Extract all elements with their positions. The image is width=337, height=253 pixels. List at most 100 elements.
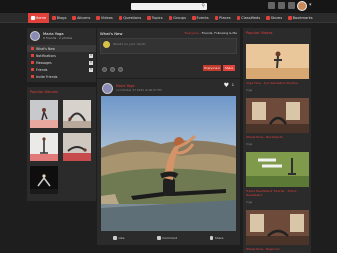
filter-selected[interactable]: Everyone — [185, 31, 199, 35]
comment-button[interactable]: Comment — [157, 236, 177, 240]
group-icon — [168, 16, 173, 20]
popular-videos-panel: Popular Videos Yoga Flow - Sun Salutatio… — [243, 28, 311, 253]
menu-label: Messages — [36, 60, 52, 65]
search-input[interactable]: ⚲ — [131, 3, 207, 10]
share-button[interactable]: Share — [223, 65, 235, 71]
home-icon — [31, 16, 35, 20]
post-author-avatar[interactable] — [102, 83, 113, 94]
nav-blogs[interactable]: Blogs — [49, 13, 69, 23]
post-date: on October 27 2022 at 06:07 PM — [116, 88, 162, 92]
album-photo — [30, 133, 58, 161]
blog-icon — [52, 16, 56, 20]
nav-classifieds[interactable]: Classifieds — [234, 13, 264, 23]
user-plus-icon — [31, 75, 34, 78]
nav-topics[interactable]: Topics — [144, 13, 165, 23]
friend-requests-icon[interactable] — [268, 2, 275, 9]
emoji-icon[interactable] — [110, 67, 115, 72]
album-photo — [30, 166, 58, 194]
post-photo[interactable] — [101, 96, 236, 231]
album-thumbnail[interactable] — [30, 133, 58, 161]
heart-icon[interactable]: ♥ — [224, 82, 229, 89]
album-thumbnail[interactable] — [30, 166, 58, 194]
photo-icon[interactable] — [102, 67, 107, 72]
menu-friends[interactable]: Friends 0 — [27, 66, 96, 73]
status-placeholder: What's on your mind? — [113, 42, 146, 46]
nav-label: Home — [35, 16, 47, 20]
profile-avatar[interactable] — [30, 31, 40, 41]
composer-tools — [102, 67, 123, 72]
nav-events[interactable]: Events — [189, 13, 212, 23]
bookmark-icon — [288, 16, 292, 20]
video-photo — [246, 152, 309, 187]
video-meta: Yoga — [246, 201, 253, 204]
video-title[interactable]: Wheel Pose - Beginner — [246, 247, 309, 251]
menu-label: Invite Friends — [36, 74, 58, 79]
video-thumbnail[interactable] — [246, 210, 309, 245]
location-icon[interactable] — [118, 67, 123, 72]
nav-bookmarks[interactable]: Bookmarks — [285, 13, 316, 23]
nav-label: Classifieds — [241, 16, 261, 20]
nav-stores[interactable]: Stores — [263, 13, 285, 23]
video-title[interactable]: Yoga Flow - Sun Salutation Routine — [246, 81, 309, 85]
nav-videos[interactable]: Videos — [93, 13, 115, 23]
nav-albums[interactable]: Albums — [69, 13, 93, 23]
video-thumbnail[interactable] — [246, 152, 309, 187]
nav-places[interactable]: Places — [212, 13, 234, 23]
album-icon — [72, 16, 76, 20]
chevron-down-icon[interactable]: ▾ — [309, 2, 312, 8]
video-title[interactable]: Tripod Headstand Tutorial - Tripod Heads… — [246, 189, 309, 197]
action-label: Like — [118, 236, 125, 240]
video-photo — [246, 98, 309, 133]
comment-icon — [157, 236, 161, 240]
feed-filter[interactable]: Everyone · Friends, Following & Me — [185, 31, 237, 35]
yoga-photo — [101, 96, 236, 231]
panel-title: Popular Videos — [246, 31, 273, 35]
video-photo — [246, 44, 309, 79]
video-photo — [246, 210, 309, 245]
search-icon[interactable]: ⚲ — [201, 3, 205, 9]
count-badge: 0 — [89, 61, 93, 65]
messages-icon[interactable] — [278, 2, 285, 9]
nav-questions[interactable]: Questions — [116, 13, 144, 23]
whats-new-composer: What's New Everyone · Friends, Following… — [97, 28, 240, 78]
menu-invite-friends[interactable]: Invite Friends — [27, 73, 96, 80]
nav-label: Groups — [173, 16, 186, 20]
video-meta: Yoga — [246, 143, 253, 146]
share-post-button[interactable]: Share — [209, 236, 224, 240]
menu-messages[interactable]: Messages 0 — [27, 59, 96, 66]
count-badge: 0 — [89, 68, 93, 72]
album-photo — [63, 100, 91, 128]
tag-icon — [236, 16, 241, 20]
panel-title: Popular Albums — [30, 90, 59, 94]
thumbs-up-icon — [113, 236, 117, 240]
profile-stats: 6 friends · 2 photos — [43, 36, 73, 40]
menu-whats-new[interactable]: What's New — [27, 45, 96, 52]
nav-label: Videos — [100, 16, 113, 20]
like-button[interactable]: Like — [113, 236, 124, 240]
nav-groups[interactable]: Groups — [166, 13, 189, 23]
calendar-icon — [192, 16, 196, 20]
user-avatar[interactable] — [297, 1, 307, 11]
nav-label: Blogs — [56, 16, 67, 20]
action-label: Share — [214, 236, 224, 240]
video-thumbnail[interactable] — [246, 44, 309, 79]
album-thumbnail[interactable] — [63, 100, 91, 128]
nav-label: Topics — [151, 16, 163, 20]
menu-notifications[interactable]: Notifications 0 — [27, 52, 96, 59]
video-title[interactable]: Wheel Pose - Backbends — [246, 135, 309, 139]
album-grid — [30, 100, 91, 194]
feed-icon — [31, 47, 34, 50]
status-input[interactable]: What's on your mind? — [100, 38, 237, 54]
album-thumbnail[interactable] — [63, 133, 91, 161]
privacy-select[interactable]: Everyone ▾ — [203, 65, 221, 71]
album-thumbnail[interactable] — [30, 100, 58, 128]
profile-menu: What's New Notifications 0 Messages 0 Frie… — [27, 45, 96, 80]
share-icon — [209, 236, 214, 240]
like-count: 1 — [231, 83, 234, 87]
notifications-icon[interactable] — [288, 2, 295, 9]
video-thumbnail[interactable] — [246, 98, 309, 133]
nav-label: Albums — [76, 16, 91, 20]
composer-avatar — [103, 41, 110, 48]
nav-home[interactable]: Home — [28, 13, 50, 23]
filter-options[interactable]: · Friends, Following & Me — [199, 31, 237, 35]
